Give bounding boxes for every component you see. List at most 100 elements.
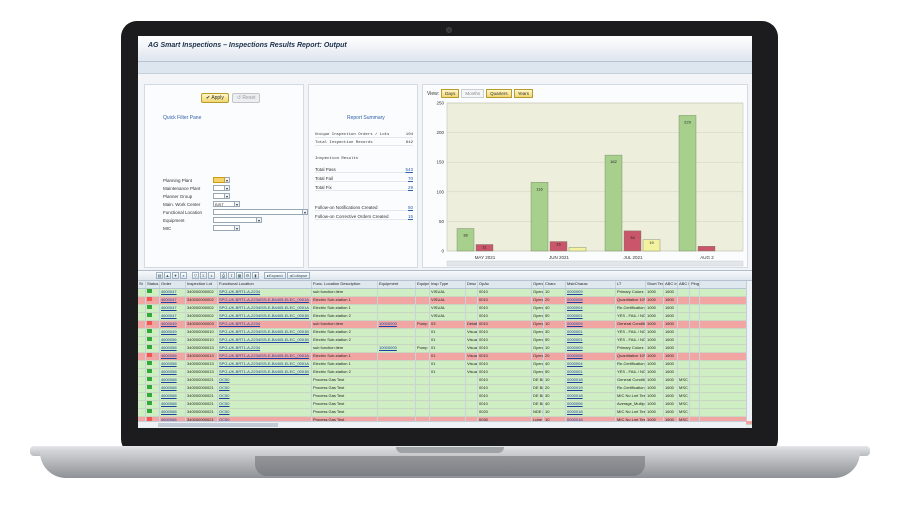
cell-equip[interactable] bbox=[378, 377, 416, 384]
cell-order[interactable]: 4600068 bbox=[160, 377, 186, 384]
cell-order[interactable]: 4600068 bbox=[160, 409, 186, 416]
settings-icon[interactable]: ⚙ bbox=[244, 272, 251, 279]
pass-link[interactable]: 543 bbox=[405, 167, 413, 172]
table-row[interactable]: 4600049 340000000003 SPG-UK-BRT1-A-2234 sub… bbox=[138, 321, 752, 329]
view-quarters-button[interactable]: Quarters bbox=[486, 89, 512, 98]
col-header[interactable]: MstrCharac bbox=[566, 281, 616, 288]
col-header[interactable]: Order bbox=[160, 281, 186, 288]
cell-order[interactable]: 4600047 bbox=[160, 313, 186, 320]
cell-order[interactable]: 4600068 bbox=[160, 401, 186, 408]
table-row[interactable]: 4600058 340000000013 SPG-UK-BRT1-A-2234/SS… bbox=[138, 353, 752, 361]
cell-mic[interactable]: 0000001 bbox=[566, 313, 616, 320]
cell-equip[interactable] bbox=[378, 401, 416, 408]
table-row[interactable]: 4600058 340000000013 SPG-UK-BRT1-A-2234 sub… bbox=[138, 345, 752, 353]
table-row[interactable]: 4600058 340000000013 SPG-UK-BRT1-A-2234/SS… bbox=[138, 361, 752, 369]
work-center-input[interactable]: BIST bbox=[213, 201, 235, 207]
col-header[interactable]: Functional Location bbox=[218, 281, 312, 288]
export-icon[interactable]: ⇪ bbox=[228, 272, 235, 279]
cell-mic[interactable]: 0000006 bbox=[566, 401, 616, 408]
cell-mic[interactable]: 0000018 bbox=[566, 409, 616, 416]
cell-mic[interactable]: 0000004 bbox=[566, 305, 616, 312]
find-icon[interactable]: ⌕ bbox=[180, 272, 187, 279]
cell-equip[interactable] bbox=[378, 297, 416, 304]
chevron-down-icon[interactable]: ▾ bbox=[235, 225, 240, 231]
table-row[interactable]: 4600047 340000000002 SPG-UK-BRT1-A-2234/SS… bbox=[138, 313, 752, 321]
col-header[interactable]: Charc bbox=[544, 281, 566, 288]
horizontal-scrollbar[interactable] bbox=[138, 421, 746, 428]
cell-mic[interactable]: 0000018 bbox=[566, 393, 616, 400]
chevron-down-icon[interactable]: ▾ bbox=[257, 217, 262, 223]
cell-equip[interactable] bbox=[378, 305, 416, 312]
table-row[interactable]: 4600049 340000000010 SPG-UK-BRT1-A-2234/SS… bbox=[138, 329, 752, 337]
cell-equip[interactable] bbox=[378, 353, 416, 360]
col-header[interactable]: Desc bbox=[466, 281, 478, 288]
cell-mic[interactable]: 0000009 bbox=[566, 289, 616, 296]
planner-group-input[interactable] bbox=[213, 193, 225, 199]
fix-link[interactable]: 29 bbox=[408, 185, 413, 190]
subtotal-icon[interactable]: ± bbox=[208, 272, 215, 279]
cell-floc[interactable]: SPG-UK-BRT1-A-2234 bbox=[218, 345, 312, 352]
cell-floc[interactable]: OC50 bbox=[218, 385, 312, 392]
cell-floc[interactable]: OC50 bbox=[218, 393, 312, 400]
col-header[interactable]: Func. Location Description bbox=[312, 281, 378, 288]
cell-mic[interactable]: 0000004 bbox=[566, 361, 616, 368]
chevron-down-icon[interactable]: ▾ bbox=[235, 201, 240, 207]
table-row[interactable]: 4600068 340000000021 OC50 Process Gas Test 0… bbox=[138, 385, 752, 393]
cell-order[interactable]: 4600047 bbox=[160, 305, 186, 312]
table-row[interactable]: 4600068 340000000021 OC50 Process Gas Test 0… bbox=[138, 409, 752, 417]
select-all-icon[interactable]: ▤ bbox=[156, 272, 163, 279]
col-header[interactable]: St bbox=[138, 281, 146, 288]
cell-equip[interactable] bbox=[378, 313, 416, 320]
table-row[interactable]: 4600068 340000000021 OC50 Process Gas Test 0… bbox=[138, 393, 752, 401]
chevron-down-icon[interactable]: ▾ bbox=[225, 177, 230, 183]
sort-ascending-icon[interactable]: ▲ bbox=[164, 272, 171, 279]
table-row[interactable]: 4600058 340000000013 SPG-UK-BRT1-A-2234/SS… bbox=[138, 369, 752, 377]
cell-mic[interactable]: 0000001 bbox=[566, 329, 616, 336]
sort-descending-icon[interactable]: ▼ bbox=[172, 272, 179, 279]
cell-equip[interactable] bbox=[378, 369, 416, 376]
cell-mic[interactable]: 0000001 bbox=[566, 369, 616, 376]
cell-floc[interactable]: SPG-UK-BRT1-A-2234 bbox=[218, 289, 312, 296]
col-header[interactable]: Inspection Lot bbox=[186, 281, 218, 288]
graphic-icon[interactable]: ▮ bbox=[252, 272, 259, 279]
table-row[interactable]: 4600056 340000000010 SPG-UK-BRT1-A-2234/SS… bbox=[138, 337, 752, 345]
cell-mic[interactable]: 0000008 bbox=[566, 353, 616, 360]
cell-floc[interactable]: SPG-UK-BRT1-A-2234/SS-E-B4405-ELEC_0001A bbox=[218, 297, 312, 304]
cell-floc[interactable]: SPG-UK-BRT1-A-2234/SS-E-B4405-ELEC_0001B bbox=[218, 369, 312, 376]
cell-order[interactable]: 4600049 bbox=[160, 329, 186, 336]
cell-equip[interactable] bbox=[378, 409, 416, 416]
col-header[interactable]: Equipment Description bbox=[416, 281, 430, 288]
view-years-button[interactable]: Years bbox=[513, 89, 534, 98]
cell-equip[interactable] bbox=[378, 329, 416, 336]
cell-order[interactable]: 4600058 bbox=[160, 369, 186, 376]
col-header[interactable]: ABC Indicator bbox=[678, 281, 690, 288]
table-row[interactable]: 4600047 340000000002 SPG-UK-BRT1-A-2234 sub… bbox=[138, 289, 752, 297]
cell-equip[interactable]: 10000000 bbox=[378, 345, 416, 352]
cell-mic[interactable]: 0000009 bbox=[566, 321, 616, 328]
cell-mic[interactable]: 0000001 bbox=[566, 337, 616, 344]
cell-order[interactable]: 4600058 bbox=[160, 345, 186, 352]
maintenance-plant-input[interactable] bbox=[213, 185, 225, 191]
cell-order[interactable]: 4600047 bbox=[160, 297, 186, 304]
cell-mic[interactable]: 0000019 bbox=[566, 385, 616, 392]
col-header[interactable]: LT bbox=[616, 281, 646, 288]
cell-equip[interactable] bbox=[378, 393, 416, 400]
col-header[interactable]: Operation Short Text bbox=[532, 281, 544, 288]
cell-equip[interactable] bbox=[378, 361, 416, 368]
cell-order[interactable]: 4600058 bbox=[160, 353, 186, 360]
planning-plant-input[interactable] bbox=[213, 177, 225, 183]
col-header[interactable]: Short Text bbox=[646, 281, 664, 288]
chevron-down-icon[interactable]: ▾ bbox=[225, 193, 230, 199]
collapse-button[interactable]: ◂Collapse bbox=[286, 272, 311, 279]
cell-floc[interactable]: SPG-UK-BRT1-A-2234/SS-E-B4405-ELEC_0001B bbox=[218, 337, 312, 344]
equipment-input[interactable] bbox=[213, 217, 257, 223]
functional-location-input[interactable] bbox=[213, 209, 303, 215]
cell-mic[interactable]: 0000008 bbox=[566, 297, 616, 304]
cell-floc[interactable]: SPG-UK-BRT1-A-2234/SS-E-B4405-ELEC_0001A bbox=[218, 361, 312, 368]
cell-order[interactable]: 4600068 bbox=[160, 385, 186, 392]
table-row[interactable]: 4600068 340000000021 OC50 Process Gas Test 0… bbox=[138, 377, 752, 385]
cell-floc[interactable]: SPG-UK-BRT1-A-2234 bbox=[218, 321, 312, 328]
corrective-orders-link[interactable]: 15 bbox=[408, 214, 413, 219]
chevron-down-icon[interactable]: ▾ bbox=[225, 185, 230, 191]
cell-order[interactable]: 4600058 bbox=[160, 361, 186, 368]
